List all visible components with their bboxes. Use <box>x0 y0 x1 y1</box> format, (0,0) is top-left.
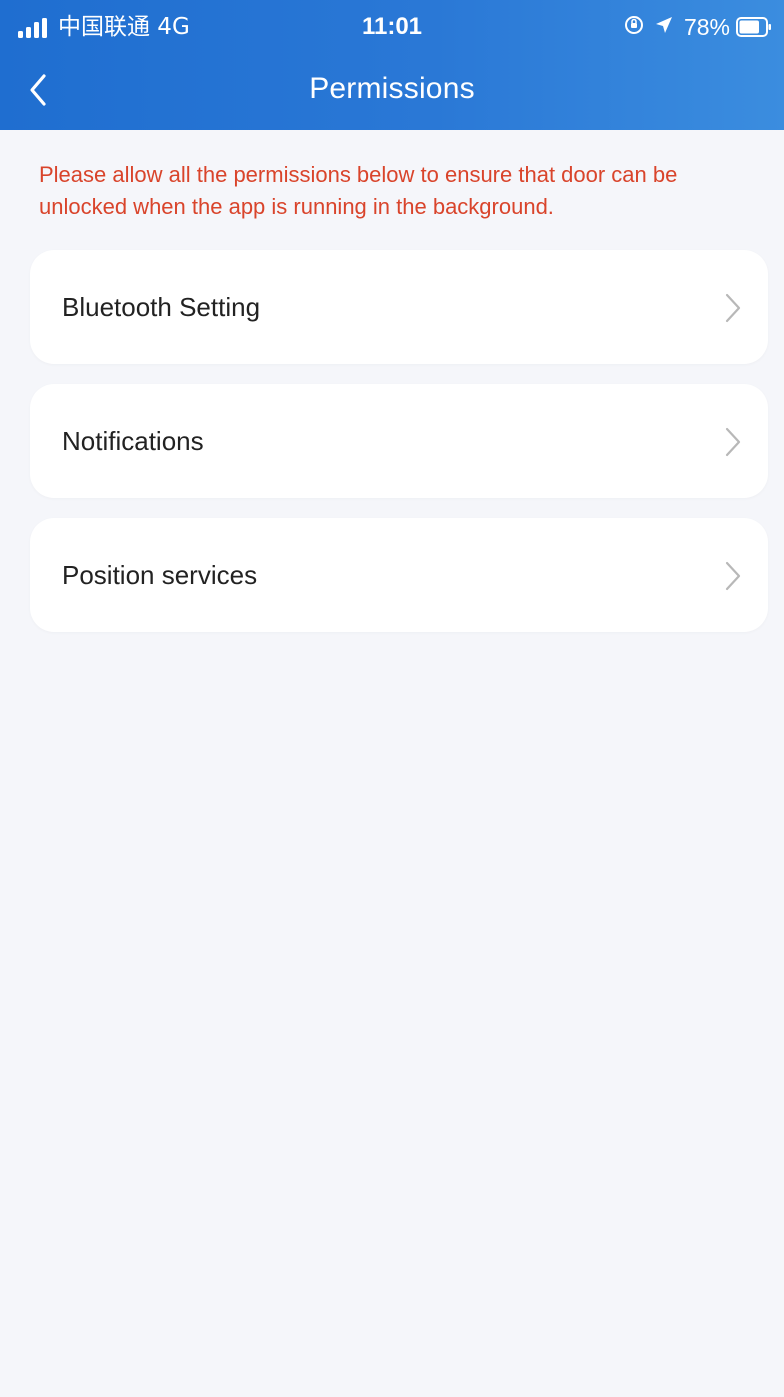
bluetooth-setting-item[interactable]: Bluetooth Setting <box>30 250 768 364</box>
battery-percent: 78% <box>683 13 730 40</box>
battery-icon <box>736 17 771 37</box>
permission-list: Bluetooth Setting Notifications Position… <box>30 250 768 652</box>
status-bar: 中国联通 4G 11:01 78% <box>0 0 784 50</box>
chevron-right-icon <box>725 561 741 591</box>
permission-label: Position services <box>62 560 258 590</box>
page-title: Permissions <box>309 72 475 105</box>
notifications-item[interactable]: Notifications <box>30 384 768 498</box>
location-arrow-icon <box>654 15 674 40</box>
permission-label: Bluetooth Setting <box>62 292 261 322</box>
status-indicators: 78% <box>624 13 772 41</box>
rotation-lock-icon <box>624 15 644 40</box>
permission-notice: Please allow all the permissions below t… <box>39 162 678 219</box>
app-header: 中国联通 4G 11:01 78% Permissions <box>0 0 784 130</box>
nav-bar: Permissions <box>0 55 784 125</box>
position-services-item[interactable]: Position services <box>30 518 768 632</box>
permission-label: Notifications <box>62 426 204 456</box>
chevron-right-icon <box>725 427 741 457</box>
chevron-right-icon <box>725 293 741 323</box>
